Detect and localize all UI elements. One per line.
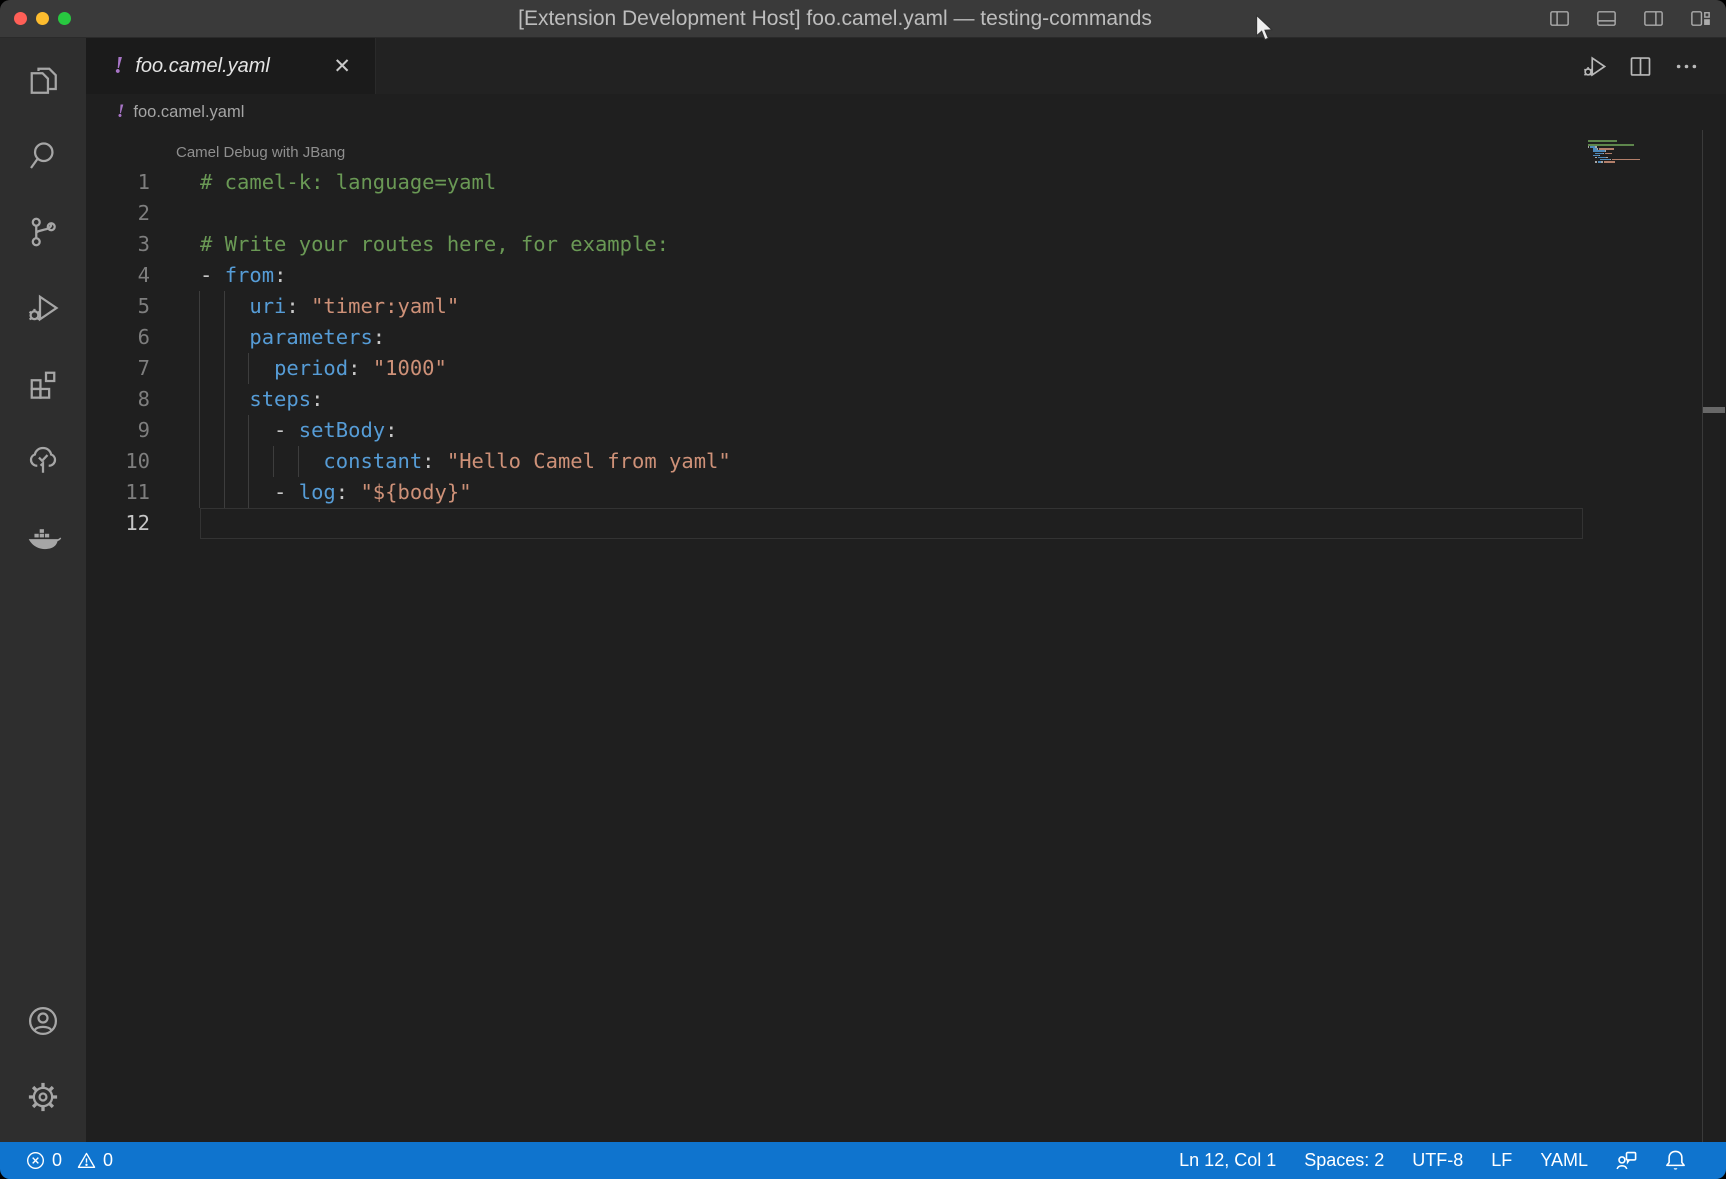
code-line-row[interactable]: 2: [86, 198, 1726, 229]
code-line-row[interactable]: 12: [86, 508, 1726, 539]
code-line-row[interactable]: 10 constant: "Hello Camel from yaml": [86, 446, 1726, 477]
line-number[interactable]: 7: [86, 353, 150, 384]
files-icon: [25, 62, 61, 98]
git-branch-icon: [25, 214, 61, 250]
extensions-icon: [25, 366, 61, 402]
code-line-text[interactable]: uri: "timer:yaml": [200, 291, 459, 322]
code-line-text[interactable]: period: "1000": [200, 353, 447, 384]
search-icon: [25, 138, 61, 174]
code-line-text[interactable]: - setBody:: [200, 415, 398, 446]
line-number[interactable]: 1: [86, 167, 150, 198]
window-title: [Extension Development Host] foo.camel.y…: [518, 0, 1152, 38]
code-line-text[interactable]: # camel-k: language=yaml: [200, 167, 496, 198]
notifications-bell-icon[interactable]: [1651, 1148, 1700, 1173]
cursor-position-status[interactable]: Ln 12, Col 1: [1165, 1150, 1290, 1171]
tree-check-icon: [25, 442, 61, 478]
run-or-debug-icon[interactable]: [1581, 53, 1608, 80]
line-number[interactable]: 5: [86, 291, 150, 322]
code-line-row[interactable]: 4 - from:: [86, 260, 1726, 291]
code-line-row[interactable]: 6 parameters:: [86, 322, 1726, 353]
overview-ruler-scrollbar[interactable]: [1702, 130, 1726, 1142]
code-line-row[interactable]: 7 period: "1000": [86, 353, 1726, 384]
title-bar: [Extension Development Host] foo.camel.y…: [0, 0, 1726, 38]
line-number[interactable]: 6: [86, 322, 150, 353]
encoding-status[interactable]: UTF-8: [1398, 1150, 1477, 1171]
code-line-row[interactable]: 3 # Write your routes here, for example:: [86, 229, 1726, 260]
sidebar-item-extensions[interactable]: [0, 346, 86, 422]
code-line-text[interactable]: - log: "${body}": [200, 477, 472, 508]
customize-layout-icon[interactable]: [1689, 7, 1712, 30]
status-bar-right: Ln 12, Col 1 Spaces: 2 UTF-8 LF YAML: [1165, 1148, 1726, 1173]
code-line-text[interactable]: - from:: [200, 260, 286, 291]
sidebar-item-tree-check[interactable]: [0, 422, 86, 498]
overview-cursor-marker: [1703, 407, 1725, 413]
debug-run-icon: [25, 290, 61, 326]
activity-bar: [0, 38, 86, 1142]
tab-label: foo.camel.yaml: [135, 55, 270, 78]
code-lines: 1 # camel-k: language=yaml 23 # Write your …: [86, 167, 1726, 539]
line-number[interactable]: 3: [86, 229, 150, 260]
line-number[interactable]: 11: [86, 477, 150, 508]
code-line-text[interactable]: parameters:: [200, 322, 385, 353]
sidebar-item-search[interactable]: [0, 118, 86, 194]
sidebar-item-source-control[interactable]: [0, 194, 86, 270]
code-line-text[interactable]: constant: "Hello Camel from yaml": [200, 446, 731, 477]
warning-count: 0: [103, 1150, 113, 1171]
close-tab-icon[interactable]: ✕: [329, 54, 355, 79]
toggle-panel-icon[interactable]: [1595, 7, 1618, 30]
editor-actions: [1581, 38, 1726, 94]
codelens-camel-debug[interactable]: Camel Debug with JBang: [86, 138, 1726, 167]
gear-icon: [25, 1079, 61, 1115]
line-number[interactable]: 8: [86, 384, 150, 415]
code-editor[interactable]: Camel Debug with JBang 1 # camel-k: langu…: [86, 130, 1726, 1142]
split-editor-icon[interactable]: [1627, 53, 1654, 80]
problems-status[interactable]: 0 0: [0, 1150, 113, 1171]
vscode-window: [Extension Development Host] foo.camel.y…: [0, 0, 1726, 1179]
minimap-code: [1588, 140, 1702, 165]
breadcrumb-file-label[interactable]: foo.camel.yaml: [133, 103, 244, 122]
line-number[interactable]: 12: [86, 508, 150, 539]
error-icon: [26, 1151, 45, 1170]
code-line-text[interactable]: # Write your routes here, for example:: [200, 229, 669, 260]
yaml-file-icon: !: [117, 101, 124, 123]
settings-button[interactable]: [0, 1059, 86, 1135]
sidebar-item-explorer[interactable]: [0, 42, 86, 118]
code-line-row[interactable]: 11 - log: "${body}": [86, 477, 1726, 508]
accounts-button[interactable]: [0, 983, 86, 1059]
code-line-row[interactable]: 1 # camel-k: language=yaml: [86, 167, 1726, 198]
toggle-secondary-sidebar-icon[interactable]: [1642, 7, 1665, 30]
error-count: 0: [52, 1150, 62, 1171]
more-actions-icon[interactable]: [1673, 53, 1700, 80]
tab-foo-camel-yaml[interactable]: ! foo.camel.yaml ✕: [86, 38, 376, 94]
docker-whale-icon: [24, 517, 62, 555]
tab-bar: ! foo.camel.yaml ✕: [86, 38, 1726, 94]
code-line-row[interactable]: 5 uri: "timer:yaml": [86, 291, 1726, 322]
sidebar-item-run-and-debug[interactable]: [0, 270, 86, 346]
indentation-status[interactable]: Spaces: 2: [1290, 1150, 1398, 1171]
editor-group: ! foo.camel.yaml ✕ !: [86, 38, 1726, 1142]
close-window-button[interactable]: [14, 12, 27, 25]
yaml-file-icon: !: [114, 53, 123, 80]
line-number[interactable]: 9: [86, 415, 150, 446]
line-number[interactable]: 10: [86, 446, 150, 477]
toggle-primary-sidebar-icon[interactable]: [1548, 7, 1571, 30]
line-number[interactable]: 2: [86, 198, 150, 229]
minimap[interactable]: [1585, 130, 1702, 1142]
code-line-row[interactable]: 9 - setBody:: [86, 415, 1726, 446]
current-line-highlight: [200, 508, 1583, 539]
feedback-icon[interactable]: [1602, 1148, 1651, 1173]
status-bar: 0 0 Ln 12, Col 1 Spaces: 2 UTF-8 LF YAML: [0, 1142, 1726, 1179]
window-controls: [0, 12, 71, 25]
breadcrumb[interactable]: ! foo.camel.yaml: [86, 94, 1726, 130]
line-number[interactable]: 4: [86, 260, 150, 291]
code-line-row[interactable]: 8 steps:: [86, 384, 1726, 415]
code-line-text[interactable]: steps:: [200, 384, 323, 415]
language-mode-status[interactable]: YAML: [1526, 1150, 1602, 1171]
account-icon: [25, 1003, 61, 1039]
warning-icon: [77, 1151, 96, 1170]
zoom-window-button[interactable]: [58, 12, 71, 25]
eol-status[interactable]: LF: [1477, 1150, 1526, 1171]
sidebar-item-docker[interactable]: [0, 498, 86, 574]
minimize-window-button[interactable]: [36, 12, 49, 25]
